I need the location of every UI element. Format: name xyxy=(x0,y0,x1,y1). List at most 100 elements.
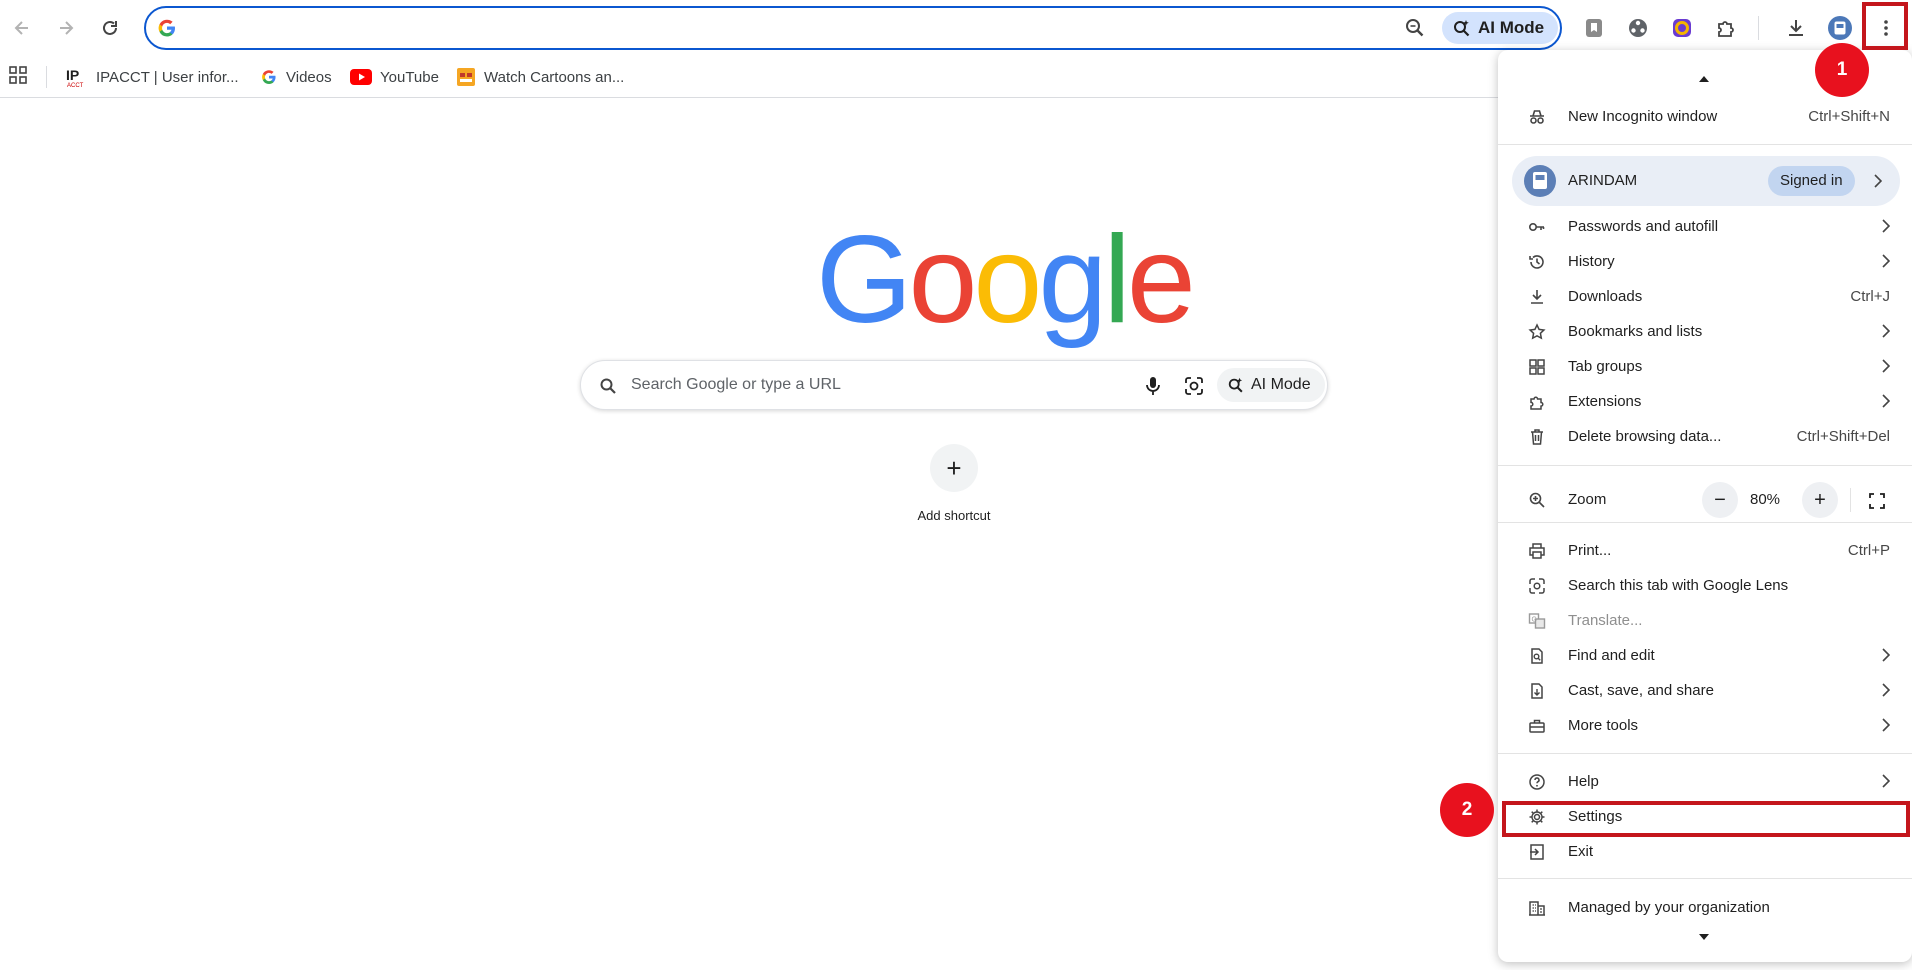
add-shortcut-button[interactable]: + xyxy=(930,444,978,492)
bookmark-label: Videos xyxy=(286,68,332,86)
menu-profile-row[interactable]: ARINDAM Signed in xyxy=(1512,156,1900,206)
menu-item-print[interactable]: Print... Ctrl+P xyxy=(1498,534,1912,568)
menu-item-label: More tools xyxy=(1568,717,1639,734)
ai-mode-label: AI Mode xyxy=(1251,376,1311,393)
extension-button-3[interactable] xyxy=(1664,10,1700,46)
history-icon xyxy=(1529,255,1544,269)
menu-item-tab-groups[interactable]: Tab groups xyxy=(1498,350,1912,384)
address-bar[interactable]: AI Mode xyxy=(144,6,1562,50)
profile-button[interactable] xyxy=(1822,10,1858,46)
chevron-right-icon xyxy=(1874,174,1882,188)
menu-item-shortcut: Ctrl+J xyxy=(1850,288,1890,305)
chevron-right-icon xyxy=(1882,394,1890,408)
menu-item-find-and-edit[interactable]: Find and edit xyxy=(1498,639,1912,673)
scroll-up-icon[interactable] xyxy=(1699,76,1709,82)
bookmark-item[interactable]: IP ACCT IPACCT | User infor... xyxy=(66,64,239,90)
google-lens-icon[interactable] xyxy=(1183,375,1205,397)
menu-item-google-lens[interactable]: Search this tab with Google Lens xyxy=(1498,569,1912,603)
menu-item-more-tools[interactable]: More tools xyxy=(1498,709,1912,743)
menu-item-translate: G Translate... xyxy=(1498,604,1912,638)
ntp-search-box[interactable]: Search Google or type a URL AI Mode xyxy=(580,360,1328,410)
zoom-divider xyxy=(1850,488,1851,512)
menu-item-new-incognito[interactable]: New Incognito window Ctrl+Shift+N xyxy=(1498,100,1912,134)
downloads-button[interactable] xyxy=(1778,10,1814,46)
color-picker-ext-icon xyxy=(1673,19,1691,37)
fullscreen-button[interactable] xyxy=(1862,486,1892,516)
menu-item-exit[interactable]: Exit xyxy=(1498,835,1912,869)
bookmark-label: Watch Cartoons an... xyxy=(484,68,625,86)
puzzle-icon xyxy=(1530,396,1544,410)
bookmark-ext-icon xyxy=(1586,19,1602,37)
puzzle-icon xyxy=(1718,21,1734,37)
tab-groups-icon xyxy=(1529,359,1545,375)
extension-button-1[interactable] xyxy=(1576,10,1612,46)
translate-icon: G xyxy=(1528,613,1546,629)
cartoon-icon xyxy=(457,68,475,86)
google-lens-icon xyxy=(1529,578,1545,594)
menu-item-delete-browsing-data[interactable]: Delete browsing data... Ctrl+Shift+Del xyxy=(1498,420,1912,454)
network-ext-icon xyxy=(1629,19,1647,37)
ai-mode-button[interactable]: AI Mode xyxy=(1442,12,1559,44)
menu-item-shortcut: Ctrl+Shift+Del xyxy=(1796,428,1890,445)
svg-text:IP: IP xyxy=(66,67,79,83)
menu-item-passwords[interactable]: Passwords and autofill xyxy=(1498,210,1912,244)
chevron-right-icon xyxy=(1882,683,1890,697)
menu-item-help[interactable]: Help xyxy=(1498,765,1912,799)
menu-separator xyxy=(1498,465,1912,466)
search-icon xyxy=(600,378,616,394)
add-shortcut-label: Add shortcut xyxy=(917,508,991,523)
download-icon xyxy=(1789,20,1803,36)
toolbar-divider xyxy=(1758,16,1759,40)
menu-item-label: Cast, save, and share xyxy=(1568,682,1714,699)
chevron-right-icon xyxy=(1882,254,1890,268)
star-icon xyxy=(1528,323,1546,340)
incognito-icon xyxy=(1530,110,1544,124)
forward-button[interactable] xyxy=(48,10,84,46)
menu-item-managed[interactable]: Managed by your organization xyxy=(1498,891,1912,925)
arrow-right-icon xyxy=(60,21,74,35)
bookmark-item[interactable]: Watch Cartoons an... xyxy=(456,64,624,90)
extension-button-2[interactable] xyxy=(1620,10,1656,46)
menu-item-label: Search this tab with Google Lens xyxy=(1568,577,1789,594)
menu-separator xyxy=(1498,878,1912,879)
menu-separator xyxy=(1498,144,1912,145)
google-logo: Google xyxy=(816,211,1196,349)
menu-item-bookmarks[interactable]: Bookmarks and lists xyxy=(1498,315,1912,349)
plus-icon: + xyxy=(946,452,962,483)
printer-icon xyxy=(1529,543,1545,559)
menu-item-downloads[interactable]: Downloads Ctrl+J xyxy=(1498,280,1912,314)
menu-item-label: Managed by your organization xyxy=(1568,899,1770,916)
apps-button[interactable] xyxy=(8,65,28,85)
menu-item-label: Passwords and autofill xyxy=(1568,218,1719,235)
reload-button[interactable] xyxy=(92,10,128,46)
arrow-left-icon xyxy=(14,21,28,35)
menu-item-cast-save-share[interactable]: Cast, save, and share xyxy=(1498,674,1912,708)
zoom-magnifier-icon[interactable] xyxy=(1404,17,1426,39)
menu-item-label: Tab groups xyxy=(1568,358,1643,375)
scroll-down-icon[interactable] xyxy=(1699,934,1709,940)
google-g-icon xyxy=(158,19,175,37)
menu-item-label: Extensions xyxy=(1568,393,1642,410)
fullscreen-icon xyxy=(1869,493,1885,509)
menu-item-label: Exit xyxy=(1568,843,1594,860)
zoom-icon xyxy=(1529,492,1545,508)
browser-toolbar: AI Mode xyxy=(0,0,1912,56)
bookmark-item[interactable]: YouTube xyxy=(350,64,439,90)
zoom-in-button[interactable]: + xyxy=(1802,482,1838,518)
menu-separator xyxy=(1498,522,1912,523)
ntp-ai-mode-button[interactable]: AI Mode xyxy=(1217,368,1325,402)
svg-text:G: G xyxy=(1532,617,1537,624)
exit-icon xyxy=(1530,844,1544,860)
extensions-puzzle-button[interactable] xyxy=(1708,10,1744,46)
zoom-out-button[interactable]: − xyxy=(1702,482,1738,518)
menu-item-history[interactable]: History xyxy=(1498,245,1912,279)
back-button[interactable] xyxy=(4,10,40,46)
bookmark-label: YouTube xyxy=(380,68,439,86)
menu-item-extensions[interactable]: Extensions xyxy=(1498,385,1912,419)
chevron-right-icon xyxy=(1882,774,1890,788)
avatar xyxy=(1524,165,1556,197)
microphone-icon[interactable] xyxy=(1143,375,1163,397)
bookmark-item[interactable]: Videos xyxy=(260,64,332,90)
profile-name: ARINDAM xyxy=(1568,172,1638,189)
menu-item-label: Delete browsing data... xyxy=(1568,428,1722,445)
